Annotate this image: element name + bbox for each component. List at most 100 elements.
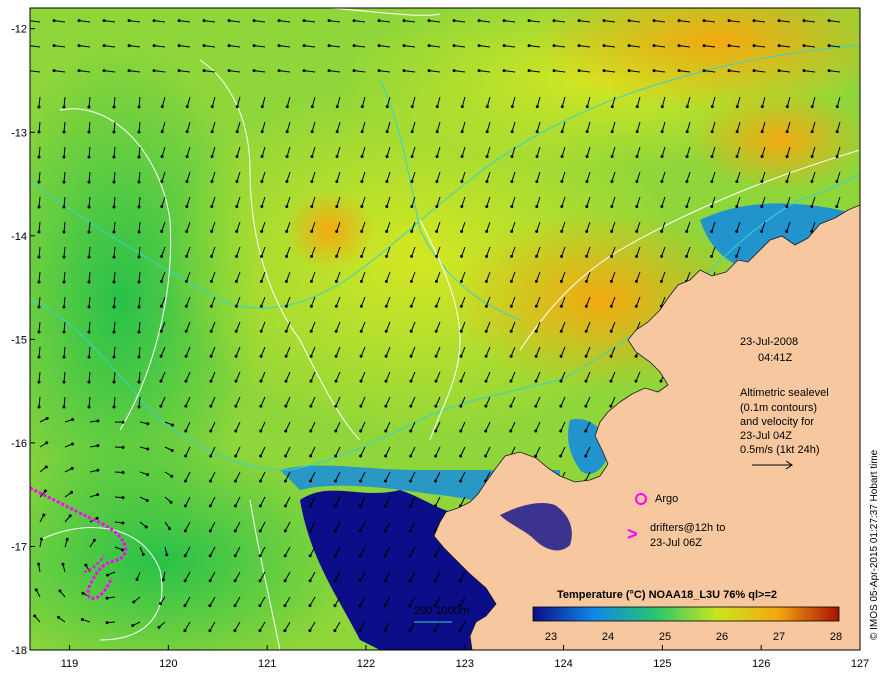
velocity-arrow-head: [302, 44, 306, 48]
velocity-arrow-head: [727, 19, 731, 23]
velocity-arrow-head: [377, 19, 381, 23]
velocity-arrow-head: [384, 479, 388, 483]
velocity-arrow-head: [235, 130, 239, 134]
velocity-arrow-head: [384, 279, 388, 283]
velocity-arrow-head: [677, 69, 681, 73]
velocity-arrow-head: [635, 229, 639, 233]
velocity-arrow-head: [208, 579, 212, 583]
velocity-arrow-head: [559, 454, 563, 458]
velocity-arrow-head: [284, 454, 288, 458]
lon-tick-label: 122: [357, 658, 375, 670]
velocity-arrow-head: [335, 105, 339, 109]
velocity-arrow-head: [170, 449, 174, 453]
velocity-arrow-head: [185, 254, 189, 258]
velocity-arrow-head: [477, 69, 481, 73]
velocity-arrow-head: [37, 562, 41, 566]
velocity-arrow-head: [559, 354, 563, 358]
velocity-arrow-head: [785, 130, 789, 134]
velocity-arrow-head: [435, 229, 439, 233]
velocity-arrow-head: [87, 380, 91, 384]
velocity-arrow-head: [87, 230, 91, 234]
velocity-arrow-head: [87, 105, 91, 109]
velocity-arrow-head: [185, 105, 189, 109]
velocity-arrow-head: [710, 229, 714, 233]
velocity-arrow-head: [335, 229, 339, 233]
velocity-arrow-head: [284, 304, 288, 308]
velocity-arrow-head: [121, 496, 125, 500]
lon-tick-label: 120: [159, 658, 177, 670]
velocity-arrow-head: [37, 155, 41, 159]
velocity-arrow-head: [234, 454, 238, 458]
velocity-arrow-head: [285, 229, 289, 233]
velocity-arrow-head: [560, 229, 564, 233]
velocity-arrow-head: [702, 44, 706, 48]
velocity-arrow-head: [360, 254, 364, 258]
velocity-arrow-head: [87, 205, 91, 209]
velocity-arrow-head: [559, 429, 563, 433]
velocity-arrow-head: [410, 105, 414, 109]
velocity-arrow-head: [427, 44, 431, 48]
velocity-arrow-head: [160, 254, 164, 258]
velocity-arrow-head: [335, 204, 339, 208]
velocity-arrow-head: [559, 404, 563, 408]
velocity-arrow-head: [39, 537, 43, 541]
velocity-arrow-head: [585, 229, 589, 233]
velocity-arrow-head: [635, 254, 639, 258]
credit-text: © IMOS 05-Apr-2015 01:27:37 Hobart time: [869, 449, 880, 640]
velocity-arrow-head: [112, 280, 116, 284]
velocity-arrow-head: [535, 229, 539, 233]
velocity-arrow-head: [433, 554, 437, 558]
sealevel-line-4: 23-Jul 04Z: [740, 430, 792, 442]
velocity-arrow-head: [459, 329, 463, 333]
velocity-arrow-head: [87, 330, 91, 334]
velocity-arrow-head: [309, 279, 313, 283]
velocity-arrow-head: [235, 180, 239, 184]
velocity-arrow-head: [627, 44, 631, 48]
velocity-arrow-head: [609, 379, 613, 383]
velocity-arrow-head: [283, 579, 287, 583]
drifter-marker-icon: >: [627, 524, 638, 544]
velocity-arrow-head: [260, 204, 264, 208]
velocity-arrow-head: [435, 204, 439, 208]
velocity-arrow-head: [460, 254, 464, 258]
velocity-arrow-head: [358, 579, 362, 583]
ocean-map: 119 120 121 122 123 124 125 126 127 -12 -13 -14 -15 -…: [11, 7, 880, 670]
velocity-arrow-head: [810, 204, 814, 208]
velocity-arrow-head: [484, 404, 488, 408]
velocity-arrow-head: [234, 429, 238, 433]
velocity-arrow-head: [408, 579, 412, 583]
velocity-arrow-head: [184, 454, 188, 458]
velocity-arrow-head: [137, 180, 141, 184]
velocity-arrow-head: [334, 304, 338, 308]
velocity-arrow-head: [131, 623, 135, 627]
velocity-arrow-head: [535, 155, 539, 159]
velocity-arrow-head: [534, 304, 538, 308]
velocity-arrow-head: [634, 379, 638, 383]
velocity-arrow-head: [259, 304, 263, 308]
velocity-arrow-head: [185, 229, 189, 233]
velocity-arrow-head: [484, 454, 488, 458]
velocity-arrow-head: [235, 254, 239, 258]
velocity-arrow-head: [785, 180, 789, 184]
velocity-arrow-head: [234, 479, 238, 483]
velocity-arrow-head: [634, 279, 638, 283]
velocity-arrow-head: [383, 579, 387, 583]
velocity-arrow-head: [258, 554, 262, 558]
velocity-arrow-head: [58, 589, 62, 593]
velocity-arrow-head: [402, 69, 406, 73]
velocity-arrow-head: [127, 44, 131, 48]
velocity-arrow-head: [234, 279, 238, 283]
velocity-arrow-head: [359, 404, 363, 408]
velocity-arrow-head: [283, 604, 287, 608]
velocity-arrow-head: [233, 604, 237, 608]
velocity-arrow-head: [434, 304, 438, 308]
velocity-arrow-head: [485, 254, 489, 258]
velocity-arrow-head: [602, 44, 606, 48]
velocity-arrow-head: [309, 304, 313, 308]
velocity-arrow-head: [485, 130, 489, 134]
velocity-arrow-head: [308, 504, 312, 508]
velocity-arrow-head: [137, 230, 141, 234]
velocity-arrow-head: [65, 537, 69, 541]
velocity-arrow-head: [112, 180, 116, 184]
velocity-arrow-head: [584, 304, 588, 308]
